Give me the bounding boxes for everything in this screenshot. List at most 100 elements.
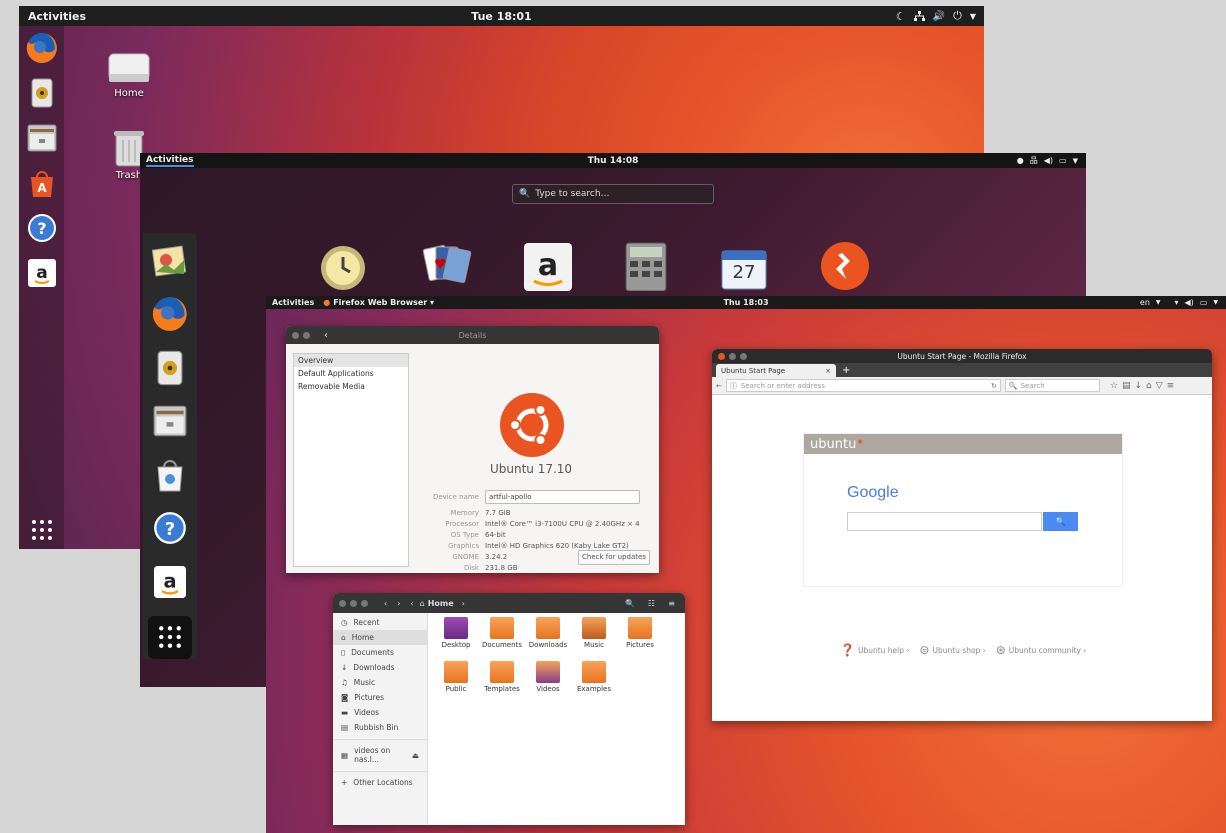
tab-ubuntu-start[interactable]: Ubuntu Start Page × bbox=[716, 364, 836, 377]
calendar-icon[interactable]: 27 bbox=[720, 245, 768, 291]
amazon-icon[interactable]: a bbox=[150, 562, 190, 602]
help-icon[interactable]: ? bbox=[150, 509, 190, 549]
top-bar: Activities Tue 18:01 ☾ 🔊 ⏻ ▼ bbox=[19, 6, 984, 26]
spec-key: Disk bbox=[463, 564, 479, 572]
menu-icon[interactable]: ≡ bbox=[668, 599, 675, 608]
backup-icon[interactable] bbox=[318, 241, 368, 291]
sidebar-item-default-applications[interactable]: Default Applications bbox=[294, 367, 408, 380]
sidebar-item-pictures[interactable]: ◙ Pictures bbox=[333, 690, 427, 705]
sidebar-item-overview[interactable]: Overview bbox=[294, 354, 408, 367]
volume-icon: 🔊 bbox=[932, 10, 946, 22]
folder-item[interactable]: Examples bbox=[571, 661, 617, 693]
download-icon: ↓ bbox=[341, 663, 348, 672]
sidebar-item-home[interactable]: ⌂ Home bbox=[333, 630, 427, 645]
folder-label: Videos bbox=[536, 685, 560, 693]
sidebar-item-music[interactable]: ♫ Music bbox=[333, 675, 427, 690]
path-left-icon[interactable]: ‹ bbox=[410, 599, 413, 608]
files-icon[interactable] bbox=[25, 121, 59, 155]
rhythmbox-icon[interactable] bbox=[150, 348, 190, 388]
forward-icon[interactable]: › bbox=[397, 599, 400, 608]
folder-item[interactable]: Desktop bbox=[433, 617, 479, 649]
path-button-home[interactable]: Home bbox=[428, 599, 454, 608]
software-center-icon[interactable]: A bbox=[25, 166, 59, 200]
folder-item[interactable]: Pictures bbox=[617, 617, 663, 649]
sidebar-item-removable-media[interactable]: Removable Media bbox=[294, 380, 408, 393]
activities-button[interactable]: Activities bbox=[146, 155, 194, 167]
volume-icon: ◀) bbox=[1043, 156, 1054, 165]
url-bar[interactable]: ⓘ Search or enter address ↻ bbox=[725, 379, 1001, 392]
amazon-icon[interactable]: a bbox=[524, 243, 572, 291]
desktop-home[interactable]: Home bbox=[107, 50, 151, 99]
cards-game-icon[interactable]: ♥ bbox=[420, 243, 472, 291]
folder-item[interactable]: Templates bbox=[479, 661, 525, 693]
folder-label: Downloads bbox=[528, 641, 568, 649]
activities-button[interactable]: Activities bbox=[272, 298, 314, 307]
maximize-button[interactable] bbox=[361, 599, 368, 607]
help-icon[interactable]: ? bbox=[25, 211, 59, 245]
library-icon[interactable]: ▤ bbox=[1122, 381, 1131, 391]
system-tray[interactable]: ☾ 🔊 ⏻ ▼ bbox=[896, 9, 976, 23]
system-tray[interactable]: ● 品 ◀) ▭ ▼ bbox=[1017, 155, 1078, 166]
calculator-icon[interactable] bbox=[624, 241, 668, 291]
folder-item[interactable]: Documents bbox=[479, 617, 525, 649]
firefox-icon[interactable] bbox=[25, 31, 59, 65]
show-applications-icon[interactable] bbox=[148, 615, 192, 659]
software-icon[interactable] bbox=[150, 455, 190, 495]
eject-icon[interactable]: ⏏ bbox=[412, 751, 419, 760]
system-tray[interactable]: en ▼ ▾ ◀) ▭ ▼ bbox=[1140, 298, 1218, 307]
back-icon[interactable]: ‹ bbox=[384, 599, 387, 608]
search-field[interactable]: 🔍 Type to search… bbox=[512, 184, 714, 204]
sidebar-item-documents[interactable]: ▯ Documents bbox=[333, 645, 427, 660]
download-icon[interactable]: ↓ bbox=[1134, 381, 1142, 391]
minimize-button[interactable] bbox=[350, 599, 357, 607]
device-name-field[interactable]: artful-apollo bbox=[485, 490, 640, 504]
language-indicator[interactable]: en bbox=[1140, 298, 1150, 307]
activities-button[interactable]: Activities bbox=[28, 10, 86, 23]
sidebar-item-downloads[interactable]: ↓ Downloads bbox=[333, 660, 427, 675]
firefox-icon[interactable] bbox=[150, 295, 190, 335]
home-icon[interactable]: ⌂ bbox=[1146, 381, 1152, 391]
close-icon[interactable]: × bbox=[825, 367, 831, 375]
sidebar-item-videos[interactable]: ▬ Videos bbox=[333, 705, 427, 720]
folder-item[interactable]: Music bbox=[571, 617, 617, 649]
spec-row: Memory 7.7 GiB bbox=[389, 509, 640, 517]
search-bar[interactable]: 🔍 Search bbox=[1004, 379, 1100, 392]
new-tab-icon[interactable]: + bbox=[842, 364, 850, 377]
view-options-icon[interactable]: ☷ bbox=[648, 599, 655, 608]
sidebar-item-network-share[interactable]: ▦ videos on nas.l... ⏏ bbox=[333, 739, 427, 767]
sidebar-item-rubbish-bin[interactable]: ▤ Rubbish Bin bbox=[333, 720, 427, 735]
folder-item[interactable]: Public bbox=[433, 661, 479, 693]
show-applications-icon[interactable] bbox=[31, 519, 53, 541]
folder-item[interactable]: Downloads bbox=[525, 617, 571, 649]
folder-item[interactable]: Videos bbox=[525, 661, 571, 693]
help-link[interactable]: ❓ Ubuntu help › bbox=[840, 643, 909, 657]
photos-icon[interactable] bbox=[150, 241, 190, 281]
amazon-icon[interactable]: a bbox=[25, 256, 59, 290]
clock[interactable]: Thu 18:03 bbox=[723, 298, 768, 307]
menu-icon[interactable]: ≡ bbox=[1167, 381, 1175, 391]
app-menu[interactable]: Firefox Web Browser ▾ bbox=[333, 298, 434, 307]
community-link[interactable]: ⊛ Ubuntu community › bbox=[996, 643, 1087, 657]
check-updates-button[interactable]: Check for updates bbox=[578, 550, 650, 565]
files-icon[interactable] bbox=[150, 402, 190, 442]
clock-icon: ◷ bbox=[341, 618, 348, 627]
close-button[interactable] bbox=[339, 599, 346, 607]
chevron-down-icon: ▼ bbox=[969, 11, 976, 21]
clock[interactable]: Thu 14:08 bbox=[588, 156, 639, 166]
rhythmbox-icon[interactable] bbox=[25, 76, 59, 110]
path-right-icon[interactable]: › bbox=[462, 599, 465, 608]
search-icon[interactable]: 🔍 bbox=[625, 599, 635, 608]
clock[interactable]: Tue 18:01 bbox=[471, 10, 531, 23]
folder-icon bbox=[490, 617, 514, 639]
sidebar-item-recent[interactable]: ◷ Recent bbox=[333, 615, 427, 630]
pocket-icon[interactable]: ▽ bbox=[1156, 381, 1163, 391]
calendar-day: 27 bbox=[732, 262, 756, 283]
shop-link[interactable]: ⊜ Ubuntu shop › bbox=[919, 643, 985, 657]
ubuntu-tweak-icon[interactable] bbox=[820, 241, 870, 291]
sidebar-item-other-locations[interactable]: + Other Locations bbox=[333, 771, 427, 790]
bookmark-star-icon[interactable]: ☆ bbox=[1110, 381, 1118, 391]
back-icon[interactable]: ← bbox=[716, 382, 722, 390]
google-search-input[interactable] bbox=[847, 512, 1042, 531]
google-search-button[interactable]: 🔍 bbox=[1043, 512, 1078, 531]
reload-icon[interactable]: ↻ bbox=[991, 382, 997, 390]
